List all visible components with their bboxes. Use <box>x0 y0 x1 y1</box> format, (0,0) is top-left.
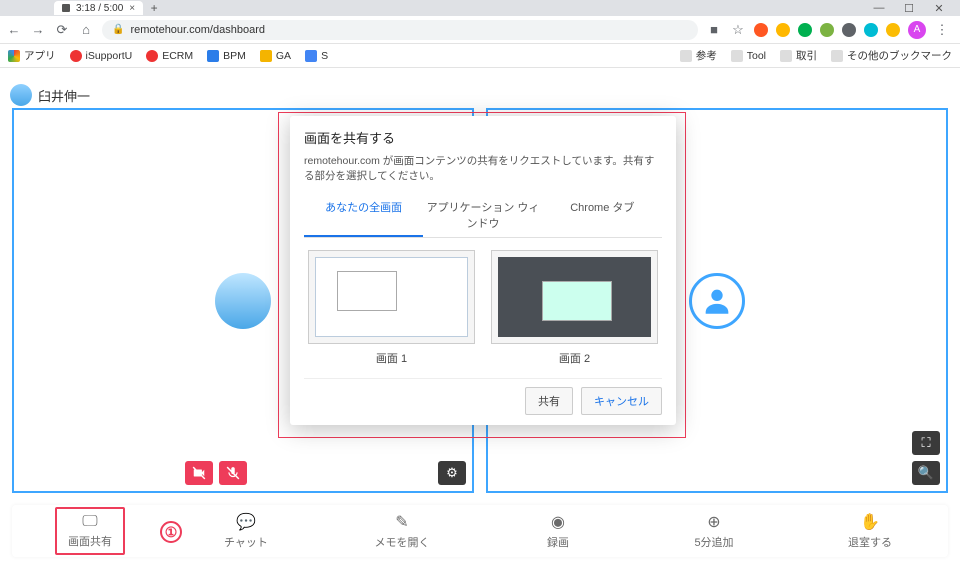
zoom-button[interactable]: 🔍 <box>912 461 940 485</box>
ext-icon[interactable] <box>864 23 878 37</box>
url-text: remotehour.com/dashboard <box>130 24 265 36</box>
window-close[interactable]: ✕ <box>924 2 954 15</box>
back-button[interactable]: ← <box>6 22 22 37</box>
record-button[interactable]: ◉ 録画 <box>523 512 593 550</box>
share-confirm-button[interactable]: 共有 <box>525 387 573 415</box>
video-icon[interactable]: ■ <box>706 22 722 37</box>
screen-choice-1[interactable]: 画面 1 <box>308 250 475 366</box>
memo-button[interactable]: ✎ メモを開く <box>367 512 437 550</box>
fullscreen-button[interactable]: ⛶ <box>912 431 940 455</box>
chat-icon: 💬 <box>236 512 256 532</box>
ext-icon[interactable] <box>820 23 834 37</box>
new-tab-button[interactable]: + <box>147 1 161 15</box>
local-username: 臼井伸一 <box>10 84 90 106</box>
screen-thumbnail-1 <box>308 250 475 344</box>
reload-button[interactable]: ⟳ <box>54 22 70 38</box>
screen-choice-1-label: 画面 1 <box>376 353 407 365</box>
cancel-button[interactable]: キャンセル <box>581 387 662 415</box>
add-time-label: 5分追加 <box>694 534 733 550</box>
star-icon[interactable]: ☆ <box>730 22 746 38</box>
tab-title: 3:18 / 5:00 <box>76 3 123 14</box>
browser-tab[interactable]: 3:18 / 5:00 × <box>54 1 143 15</box>
remote-avatar-placeholder <box>689 273 745 329</box>
screen-share-button[interactable]: 🖵 画面共有 <box>55 507 125 555</box>
ext-icon[interactable] <box>776 23 790 37</box>
bottom-toolbar: 🖵 画面共有 💬 チャット ✎ メモを開く ◉ 録画 ⊕ 5分追加 ✋ 退室する <box>12 505 948 557</box>
modal-title: 画面を共有する <box>304 128 662 147</box>
profile-avatar[interactable]: A <box>908 21 926 39</box>
bookmark-item[interactable]: S <box>305 50 328 62</box>
menu-icon[interactable]: ⋮ <box>934 22 950 38</box>
bookmark-folder[interactable]: 取引 <box>780 48 817 63</box>
screen-choice-2[interactable]: 画面 2 <box>491 250 658 366</box>
chat-label: チャット <box>224 534 268 550</box>
browser-toolbar: ← → ⟳ ⌂ 🔒 remotehour.com/dashboard ■ ☆ A… <box>0 16 960 44</box>
tab-favicon <box>62 4 70 12</box>
screen-choice-2-label: 画面 2 <box>559 353 590 365</box>
local-avatar <box>215 273 271 329</box>
app-viewport: 臼井伸一 ⚙ ⛶ 🔍 🖵 画面共有 💬 <box>0 68 960 563</box>
forward-button[interactable]: → <box>30 22 46 37</box>
close-tab-icon[interactable]: × <box>129 3 135 14</box>
tab-app-window[interactable]: アプリケーション ウィンドウ <box>423 193 542 237</box>
bookmark-folder[interactable]: Tool <box>731 50 766 62</box>
hand-icon: ✋ <box>860 512 880 532</box>
leave-label: 退室する <box>848 534 892 550</box>
pencil-icon: ✎ <box>395 512 408 532</box>
add-time-button[interactable]: ⊕ 5分追加 <box>679 512 749 550</box>
tab-chrome-tab[interactable]: Chrome タブ <box>543 193 662 237</box>
modal-actions: 共有 キャンセル <box>304 378 662 415</box>
bookmark-item[interactable]: BPM <box>207 50 246 62</box>
apps-button[interactable]: アプリ <box>8 48 56 63</box>
extension-icons: ■ ☆ A ⋮ <box>706 21 954 39</box>
lock-icon: 🔒 <box>112 24 124 35</box>
tab-entire-screen[interactable]: あなたの全画面 <box>304 193 423 237</box>
record-icon: ◉ <box>551 512 565 532</box>
ext-icon[interactable] <box>886 23 900 37</box>
window-minimize[interactable]: — <box>864 2 894 14</box>
ext-icon[interactable] <box>842 23 856 37</box>
user-avatar-icon <box>10 84 32 106</box>
screen-thumbnail-2 <box>491 250 658 344</box>
memo-label: メモを開く <box>375 534 430 550</box>
ext-icon[interactable] <box>798 23 812 37</box>
share-screen-modal: 画面を共有する remotehour.com が画面コンテンツの共有をリクエスト… <box>290 116 676 425</box>
modal-description: remotehour.com が画面コンテンツの共有をリクエストしています。共有… <box>304 153 662 183</box>
browser-titlebar: 3:18 / 5:00 × + — ☐ ✕ <box>0 0 960 16</box>
username-text: 臼井伸一 <box>38 86 90 105</box>
annotation-1: ① <box>160 521 182 543</box>
window-maximize[interactable]: ☐ <box>894 2 924 15</box>
camera-off-button[interactable] <box>185 461 213 485</box>
plus-circle-icon: ⊕ <box>707 512 720 532</box>
home-button[interactable]: ⌂ <box>78 22 94 37</box>
bookmarks-bar: アプリ iSupportU ECRM BPM GA S 参考 Tool 取引 そ… <box>0 44 960 68</box>
chat-button[interactable]: 💬 チャット <box>211 512 281 550</box>
ext-icon[interactable] <box>754 23 768 37</box>
address-bar[interactable]: 🔒 remotehour.com/dashboard <box>102 20 698 40</box>
modal-tabs: あなたの全画面 アプリケーション ウィンドウ Chrome タブ <box>304 193 662 238</box>
monitor-icon: 🖵 <box>82 513 97 531</box>
record-label: 録画 <box>547 534 569 550</box>
bookmark-folder[interactable]: 参考 <box>680 48 717 63</box>
settings-button[interactable]: ⚙ <box>438 461 466 485</box>
screen-choices: 画面 1 画面 2 <box>304 238 662 378</box>
local-media-controls <box>185 461 247 485</box>
bookmark-item[interactable]: iSupportU <box>70 50 133 62</box>
bookmark-item[interactable]: ECRM <box>146 50 193 62</box>
bookmark-item[interactable]: GA <box>260 50 291 62</box>
leave-button[interactable]: ✋ 退室する <box>835 512 905 550</box>
mic-off-button[interactable] <box>219 461 247 485</box>
screen-share-label: 画面共有 <box>68 533 112 549</box>
other-bookmarks[interactable]: その他のブックマーク <box>831 48 952 63</box>
